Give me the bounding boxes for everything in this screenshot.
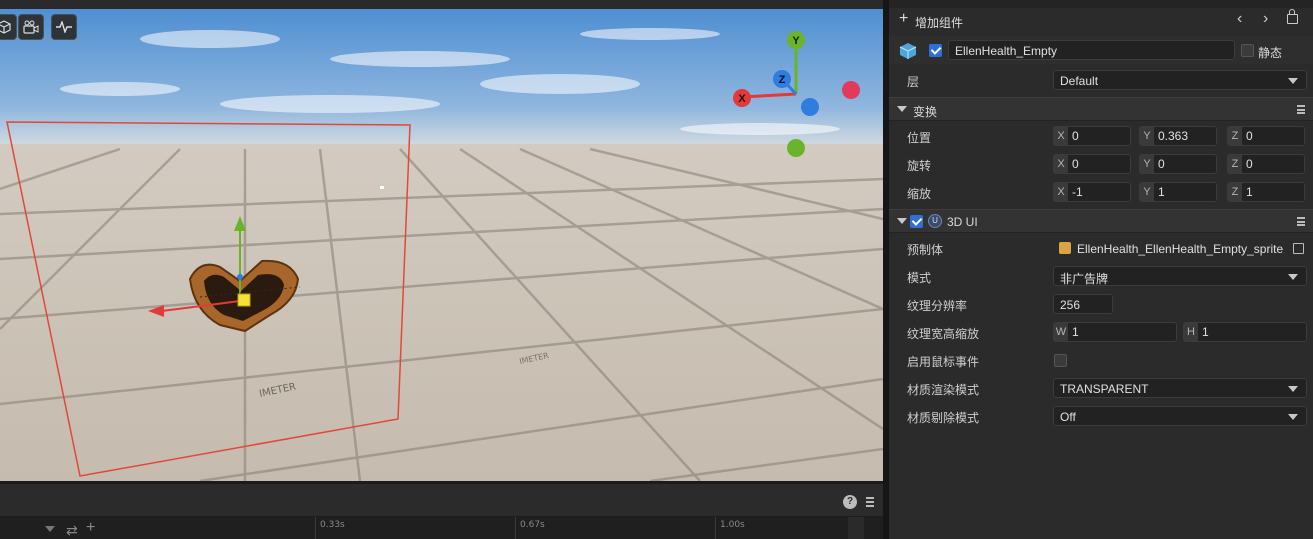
lock-icon[interactable] — [1287, 9, 1298, 24]
add-icon[interactable]: + — [86, 519, 95, 537]
gizmo-y-label[interactable]: Y — [792, 35, 800, 47]
tick-label: 1.00s — [720, 520, 745, 530]
rotation-y-field[interactable]: Y0 — [1139, 154, 1217, 174]
chevron-right-icon[interactable]: › — [1263, 10, 1268, 28]
ui3d-section-header[interactable]: U 3D UI — [889, 209, 1313, 233]
inspector-panel: + 增加组件 ‹ › EllenHealth_Empty 静态 层 Defaul… — [889, 0, 1313, 539]
texture-aspect-w-field[interactable]: W1 — [1053, 322, 1177, 342]
component-menu-icon[interactable] — [1297, 217, 1305, 226]
mode-label: 模式 — [907, 271, 932, 285]
position-y-field[interactable]: Y 0.363 — [1139, 126, 1217, 146]
inspector-toolbar: + 增加组件 ‹ › — [889, 8, 1313, 36]
timeline-scrollbar[interactable] — [848, 517, 864, 539]
layer-select[interactable]: Default — [1053, 70, 1307, 90]
object-enabled-checkbox[interactable] — [929, 44, 942, 57]
prefab-asset-icon — [1059, 242, 1071, 254]
texture-resolution-row: 纹理分辨率 256 — [889, 290, 1313, 318]
layer-row: 层 Default — [889, 66, 1313, 94]
object-header: EllenHealth_Empty 静态 — [889, 36, 1313, 64]
menu-icon[interactable] — [866, 497, 874, 507]
plus-icon[interactable]: + — [899, 10, 908, 28]
position-z-field[interactable]: Z0 — [1227, 126, 1305, 146]
transform-title: 变换 — [913, 105, 938, 119]
gizmo-neg-z[interactable] — [801, 98, 819, 116]
ui-component-icon: U — [928, 214, 942, 228]
inspector-tabstrip — [889, 0, 1313, 8]
texture-aspect-label: 纹理宽高缩放 — [907, 327, 980, 341]
mode-select[interactable]: 非广告牌 — [1053, 266, 1307, 286]
mouse-events-row: 启用鼠标事件 — [889, 346, 1313, 374]
help-icon[interactable]: ? — [843, 495, 857, 509]
timeline-panel[interactable]: ? ⇄ + 0.33s 0.67s 1.00s — [0, 484, 885, 539]
position-row: 位置 X0 Y 0.363 Z0 — [889, 122, 1313, 150]
texture-resolution-label: 纹理分辨率 — [907, 299, 968, 313]
collapse-arrow-icon[interactable] — [897, 106, 907, 112]
prefab-value[interactable]: EllenHealth_EllenHealth_Empty_sprite — [1077, 242, 1287, 256]
ui3d-title: 3D UI — [947, 215, 978, 229]
render-mode-select[interactable]: TRANSPARENT — [1053, 378, 1307, 398]
texture-aspect-h-field[interactable]: H1 — [1183, 322, 1307, 342]
prefab-label: 预制体 — [907, 243, 944, 257]
texture-resolution-input[interactable]: 256 — [1053, 294, 1113, 314]
tick-label: 0.67s — [520, 520, 545, 530]
scale-x-field[interactable]: X -1 — [1053, 182, 1131, 202]
collapse-arrow-icon[interactable] — [897, 218, 907, 224]
scale-y-field[interactable]: Y1 — [1139, 182, 1217, 202]
gizmo-neg-y[interactable] — [787, 139, 805, 157]
prefab-row: 预制体 EllenHealth_EllenHealth_Empty_sprite — [889, 234, 1313, 262]
scale-row: 缩放 X -1 Y1 Z1 — [889, 178, 1313, 206]
rotation-x-field[interactable]: X0 — [1053, 154, 1131, 174]
static-label: 静态 — [1258, 46, 1283, 60]
ui3d-enabled-checkbox[interactable] — [910, 215, 923, 228]
timeline-ruler[interactable] — [0, 517, 885, 539]
scale-label: 缩放 — [907, 187, 932, 201]
dropdown-arrow-icon[interactable] — [45, 526, 55, 532]
render-mode-label: 材质渲染模式 — [907, 383, 980, 397]
transform-section-header[interactable]: 变换 — [889, 97, 1313, 121]
rotation-z-field[interactable]: Z0 — [1227, 154, 1305, 174]
gizmo-z-label[interactable]: Z — [779, 74, 786, 86]
component-menu-icon[interactable] — [1297, 105, 1305, 114]
swap-icon[interactable]: ⇄ — [66, 522, 78, 539]
timeline-header — [0, 484, 885, 517]
tick-label: 0.33s — [320, 520, 345, 530]
rotation-label: 旋转 — [907, 159, 932, 173]
render-mode-row: 材质渲染模式 TRANSPARENT — [889, 374, 1313, 402]
texture-aspect-row: 纹理宽高缩放 W1 H1 — [889, 318, 1313, 346]
scene-render[interactable]: IMETER IMETER Y X Z — [0, 9, 883, 481]
position-label: 位置 — [907, 131, 932, 145]
cube-icon[interactable] — [0, 14, 17, 40]
cull-mode-label: 材质剔除模式 — [907, 411, 980, 425]
position-x-field[interactable]: X0 — [1053, 126, 1131, 146]
pulse-icon[interactable] — [51, 14, 77, 40]
scene-viewport[interactable]: IMETER IMETER Y X Z — [0, 0, 883, 481]
scene-marker — [380, 186, 384, 189]
scale-z-field[interactable]: Z1 — [1227, 182, 1305, 202]
gizmo-neg-x[interactable] — [842, 81, 860, 99]
mouse-events-label: 启用鼠标事件 — [907, 355, 980, 369]
cull-mode-select[interactable]: Off — [1053, 406, 1307, 426]
add-component-button[interactable]: 增加组件 — [915, 14, 963, 31]
rotation-row: 旋转 X0 Y0 Z0 — [889, 150, 1313, 178]
chevron-left-icon[interactable]: ‹ — [1237, 10, 1242, 28]
object-name-input[interactable]: EllenHealth_Empty — [948, 40, 1235, 60]
static-checkbox[interactable] — [1241, 44, 1254, 57]
mouse-events-checkbox[interactable] — [1054, 354, 1067, 367]
gizmo-x-label[interactable]: X — [738, 93, 746, 105]
cull-mode-row: 材质剔除模式 Off — [889, 402, 1313, 430]
layer-label: 层 — [907, 75, 920, 89]
object-cube-icon — [899, 42, 917, 63]
camera-icon[interactable] — [18, 14, 44, 40]
mode-row: 模式 非广告牌 — [889, 262, 1313, 290]
open-asset-icon[interactable] — [1293, 243, 1304, 254]
